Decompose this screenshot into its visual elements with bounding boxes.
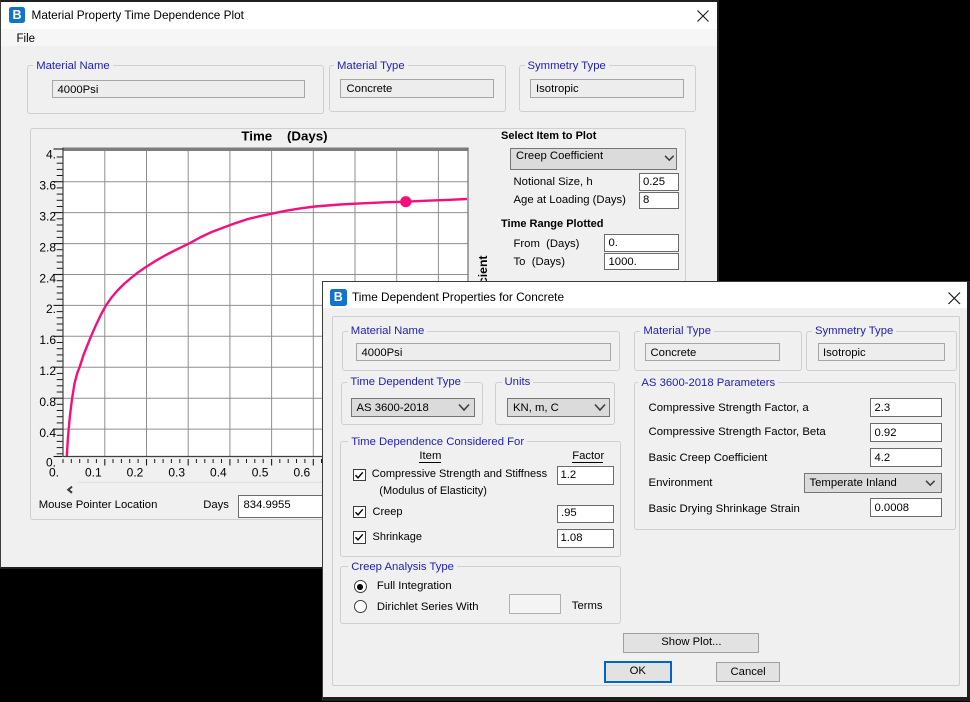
svg-text:0.4: 0.4 <box>39 426 56 440</box>
svg-text:3.2: 3.2 <box>39 209 56 223</box>
svg-text:0.2: 0.2 <box>127 466 144 480</box>
svg-text:2.4: 2.4 <box>39 271 56 285</box>
svg-text:0.: 0. <box>49 466 59 480</box>
svg-text:2.8: 2.8 <box>39 240 56 254</box>
svg-text:0.8: 0.8 <box>39 395 56 409</box>
svg-text:0.3: 0.3 <box>168 466 185 480</box>
svg-text:0.1: 0.1 <box>85 466 102 480</box>
svg-text:Time (Days): Time (Days) <box>241 129 327 144</box>
svg-text:1.6: 1.6 <box>39 333 56 347</box>
svg-text:0.5: 0.5 <box>252 466 269 480</box>
svg-text:2.: 2. <box>46 302 56 316</box>
svg-text:3.6: 3.6 <box>39 179 56 193</box>
svg-text:0.4: 0.4 <box>210 466 227 480</box>
svg-text:1.2: 1.2 <box>39 364 56 378</box>
svg-text:0.6: 0.6 <box>293 466 310 480</box>
svg-text:4.: 4. <box>46 148 56 162</box>
